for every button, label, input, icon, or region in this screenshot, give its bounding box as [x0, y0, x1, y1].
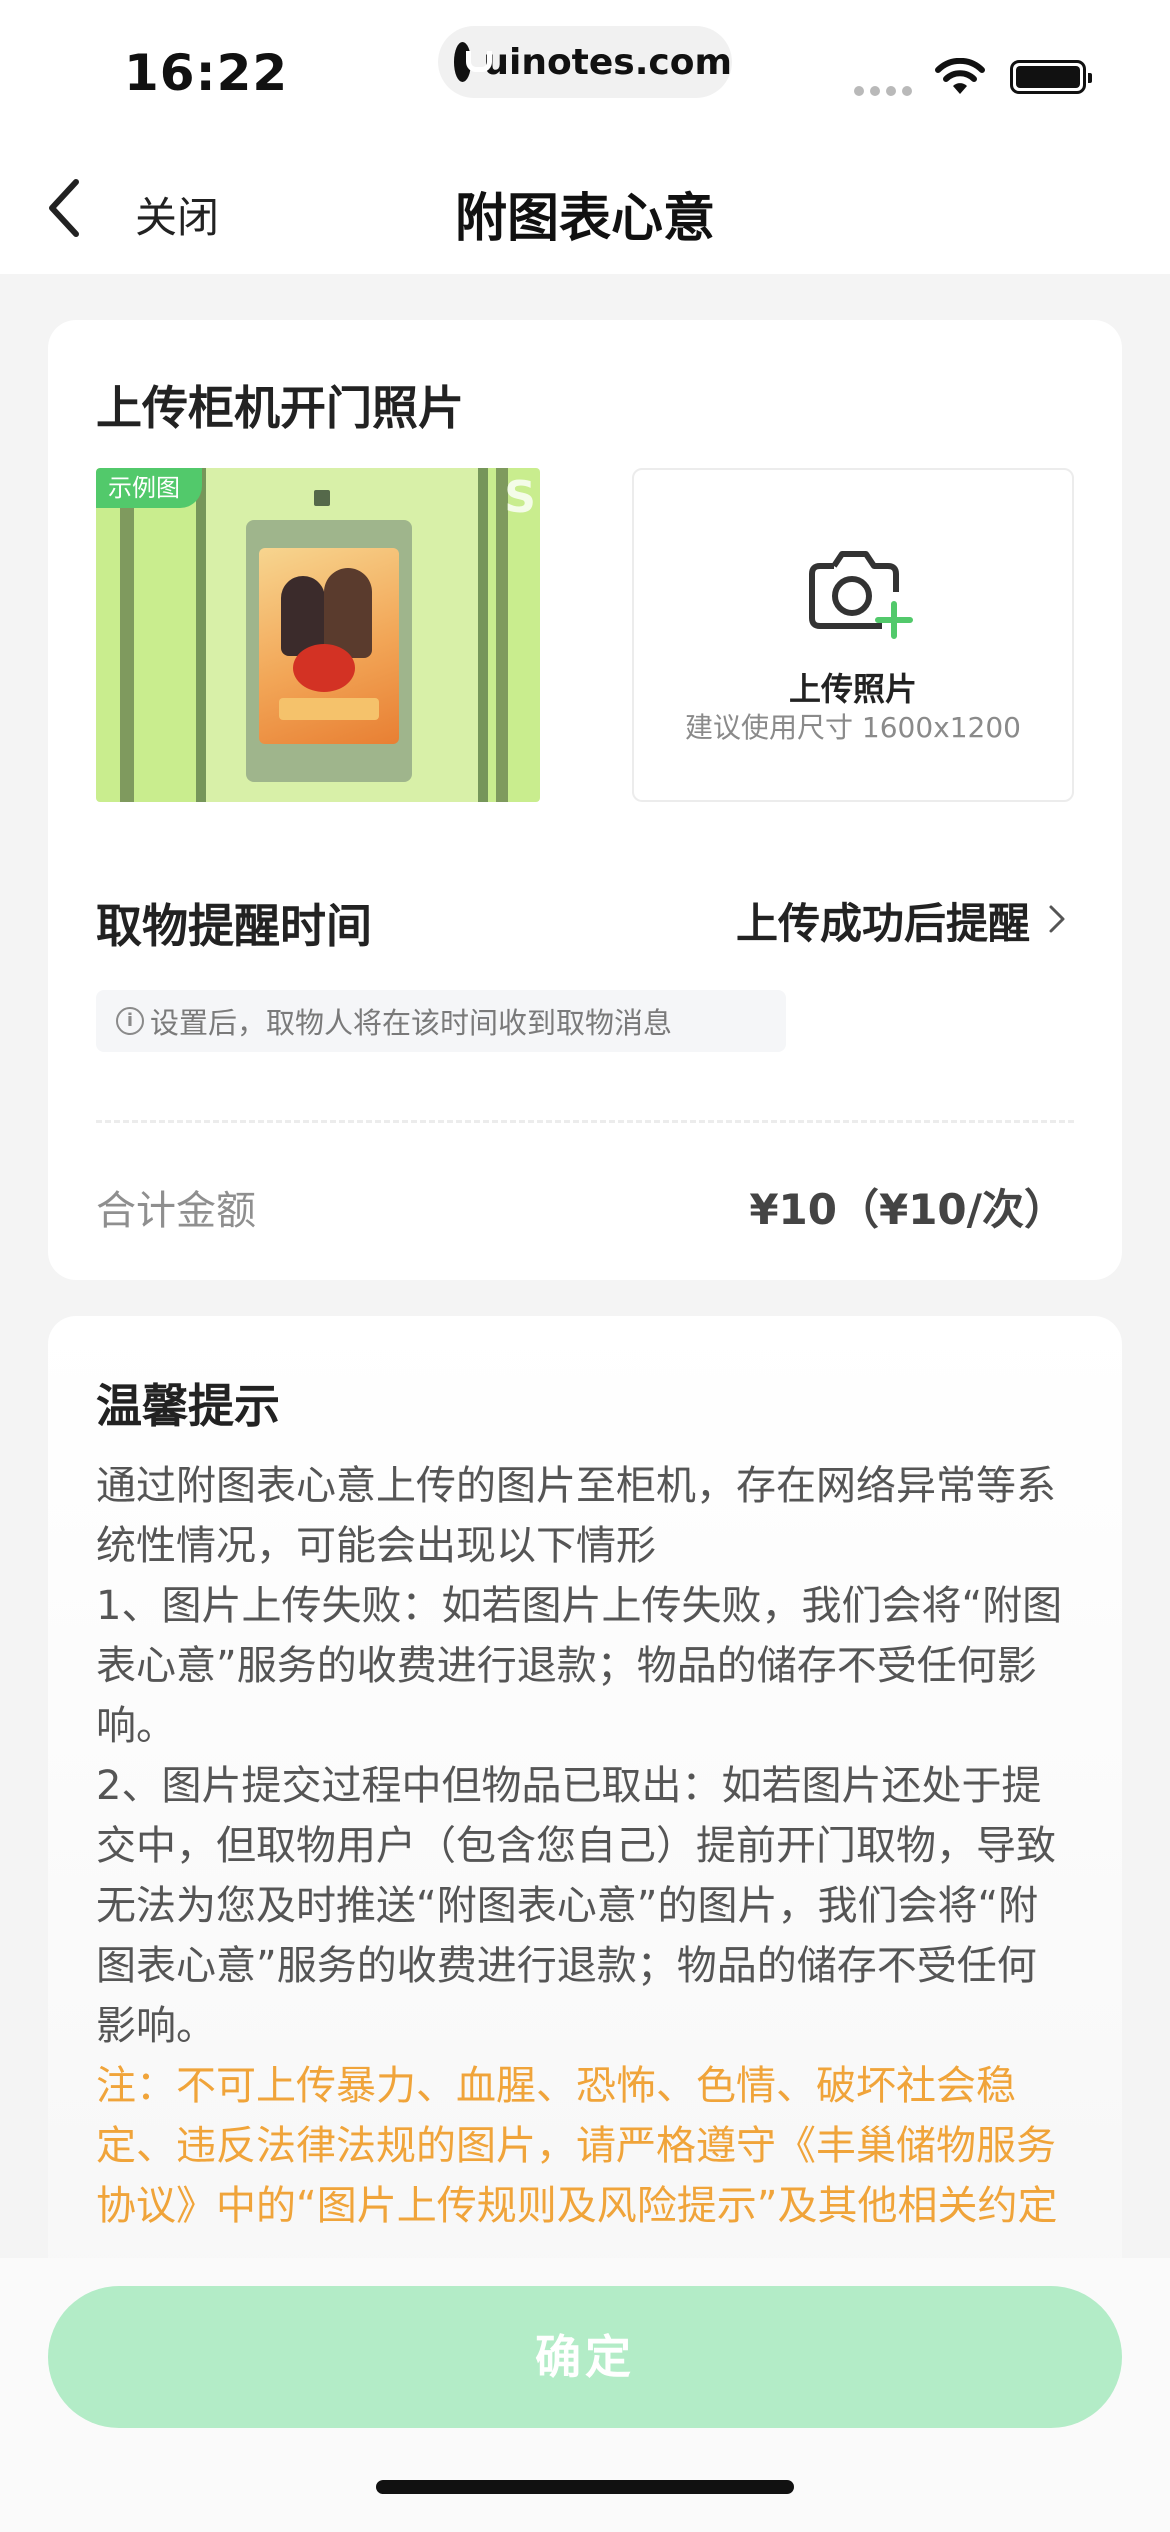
divider	[96, 1120, 1074, 1123]
sample-image[interactable]: S 示例图	[96, 468, 540, 802]
notice-title: 温馨提示	[96, 1379, 280, 1433]
confirm-button[interactable]: 确定	[48, 2286, 1122, 2428]
remind-tip-text: 设置后，取物人将在该时间收到取物消息	[150, 1006, 673, 1040]
notice-warning: 注：不可上传暴力、血腥、恐怖、色情、破坏社会稳定、违反法律法规的图片，请严格遵守…	[96, 2063, 1058, 2229]
close-button[interactable]: 关闭	[135, 184, 219, 245]
chevron-right-icon[interactable]	[1048, 904, 1066, 934]
notice-paragraph: 1、图片上传失败：如若图片上传失败，我们会将“附图表心意”服务的收费进行退款；物…	[96, 1583, 1063, 1749]
total-amount-value: ¥10（¥10/次）	[749, 1185, 1066, 1234]
upload-photo-button[interactable]: 上传照片 建议使用尺寸 1600x1200	[632, 468, 1074, 802]
upload-section-title: 上传柜机开门照片	[96, 381, 464, 435]
nav-bar: 附图表心意 关闭	[0, 140, 1170, 274]
back-chevron-icon[interactable]	[44, 176, 84, 240]
wifi-icon	[935, 58, 985, 94]
upload-card: 上传柜机开门照片 S 示例图 上传照片 建议使用尺寸 1600x1200 取物提…	[48, 320, 1122, 1280]
notice-body: 通过附图表心意上传的图片至柜机，存在网络异常等系统性情况，可能会出现以下情形 1…	[96, 1456, 1076, 2236]
upload-size-hint: 建议使用尺寸 1600x1200	[685, 711, 1021, 744]
remind-time-label: 取物提醒时间	[96, 899, 372, 953]
url-text: uinotes.com	[483, 41, 732, 83]
sample-badge: 示例图	[96, 468, 202, 508]
notice-paragraph: 通过附图表心意上传的图片至柜机，存在网络异常等系统性情况，可能会出现以下情形	[96, 1463, 1056, 1569]
signal-icon	[854, 86, 912, 96]
camera-plus-icon	[809, 551, 913, 639]
remind-tip: i 设置后，取物人将在该时间收到取物消息	[96, 990, 786, 1052]
url-pill[interactable]: uinotes.com	[438, 26, 732, 98]
upload-photo-label: 上传照片	[788, 670, 917, 708]
notice-paragraph: 2、图片提交过程中但物品已取出：如若图片还处于提交中，但取物用户（包含您自己）提…	[96, 1763, 1056, 2049]
bottom-bar: 确定	[0, 2258, 1170, 2532]
status-bar: 16:22 uinotes.com	[0, 0, 1170, 140]
battery-icon	[1010, 60, 1092, 94]
home-indicator[interactable]	[376, 2480, 794, 2494]
info-icon: i	[116, 1007, 144, 1035]
status-time: 16:22	[124, 44, 289, 102]
site-logo-icon	[454, 42, 493, 82]
remind-time-value[interactable]: 上传成功后提醒	[736, 890, 1030, 951]
total-amount-label: 合计金额	[96, 1188, 256, 1234]
notice-card: 温馨提示 通过附图表心意上传的图片至柜机，存在网络异常等系统性情况，可能会出现以…	[48, 1316, 1122, 2316]
